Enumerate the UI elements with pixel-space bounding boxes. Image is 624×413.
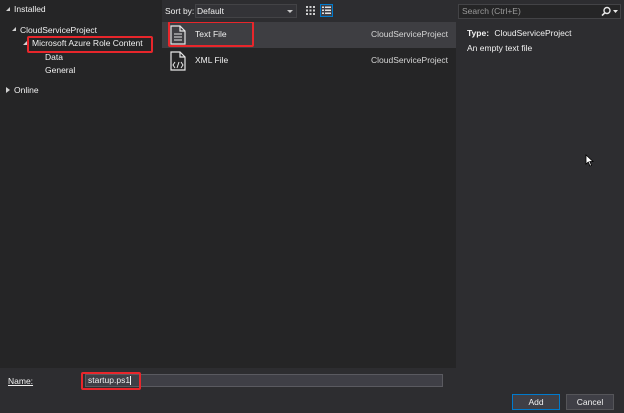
template-category: CloudServiceProject	[370, 55, 448, 65]
sort-value: Default	[197, 6, 224, 16]
tree-item-online[interactable]: Online	[14, 84, 39, 97]
sort-dropdown[interactable]: Default	[195, 4, 297, 18]
search-input[interactable]: Search (Ctrl+E)	[458, 4, 621, 19]
sort-toolbar: Sort by: Default	[162, 0, 456, 22]
template-tree-panel: Installed CloudServiceProject Microsoft …	[0, 0, 162, 368]
add-button[interactable]: Add	[512, 394, 560, 410]
collapsed-arrow-icon[interactable]	[6, 87, 10, 93]
details-description: An empty text file	[467, 43, 533, 53]
mouse-cursor-icon	[585, 154, 594, 167]
grid-view-button[interactable]	[304, 4, 317, 17]
template-category: CloudServiceProject	[370, 29, 448, 39]
highlight-box	[168, 21, 254, 47]
template-name: XML File	[195, 55, 229, 65]
expanded-arrow-icon[interactable]	[12, 27, 16, 31]
details-type: Type: CloudServiceProject	[467, 28, 571, 38]
highlight-box	[81, 372, 141, 390]
tree-item-installed[interactable]: Installed	[14, 3, 46, 16]
grid-view-icon	[306, 6, 315, 15]
template-list: Text File CloudServiceProject XML File C…	[162, 0, 456, 368]
type-value: CloudServiceProject	[494, 28, 572, 38]
search-placeholder: Search (Ctrl+E)	[462, 6, 521, 16]
search-icon[interactable]	[601, 6, 619, 17]
cancel-button[interactable]: Cancel	[566, 394, 614, 410]
template-item-xml-file[interactable]: XML File CloudServiceProject	[162, 48, 456, 74]
expanded-arrow-icon[interactable]	[6, 7, 10, 11]
bottom-bar: Name: startup.ps1 Add Cancel	[0, 368, 624, 413]
sort-label: Sort by:	[165, 6, 195, 16]
type-label: Type:	[467, 28, 490, 38]
tree-item-data[interactable]: Data	[45, 51, 63, 64]
list-view-button[interactable]	[320, 4, 333, 17]
tree-item-general[interactable]: General	[45, 64, 75, 77]
name-label: Name:	[8, 376, 34, 386]
chevron-down-icon	[287, 10, 293, 13]
details-panel: Search (Ctrl+E) Type: CloudServiceProjec…	[456, 0, 624, 368]
xml-file-icon	[170, 51, 186, 71]
list-view-icon	[322, 6, 331, 14]
